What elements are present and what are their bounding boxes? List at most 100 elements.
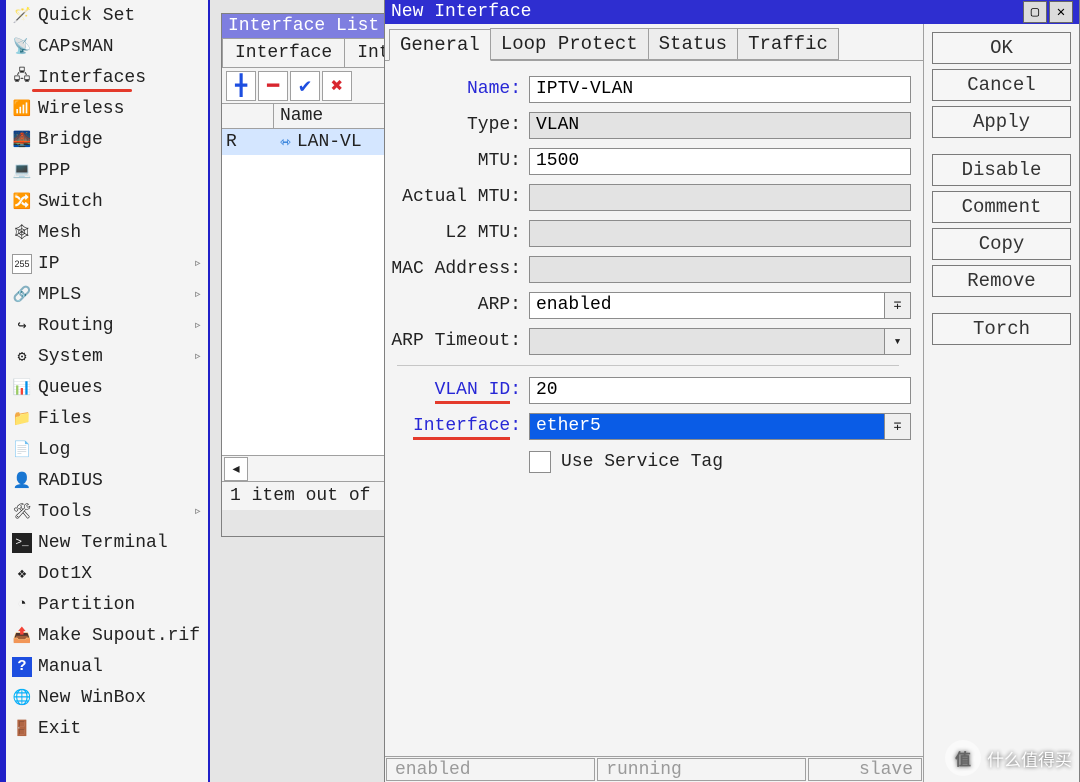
use-service-tag-checkbox[interactable] bbox=[529, 451, 551, 473]
sidebar-item-exit[interactable]: 🚪Exit bbox=[6, 713, 208, 744]
sidebar-item-label: PPP bbox=[38, 161, 70, 181]
sidebar-item-radius[interactable]: 👤RADIUS bbox=[6, 465, 208, 496]
tab-traffic[interactable]: Traffic bbox=[737, 28, 839, 60]
sidebar-icon: 📡 bbox=[12, 37, 32, 57]
new-interface-title[interactable]: New Interface ▢ ✕ bbox=[385, 0, 1079, 24]
window-controls: ▢ ✕ bbox=[1023, 1, 1073, 23]
sidebar-item-dot1x[interactable]: ❖Dot1X bbox=[6, 558, 208, 589]
disable-button-dialog[interactable]: Disable bbox=[932, 154, 1071, 186]
button-column: OK Cancel Apply Disable Comment Copy Rem… bbox=[924, 24, 1079, 782]
sidebar-icon: 📁 bbox=[12, 409, 32, 429]
sidebar-item-capsman[interactable]: 📡 CAPsMAN bbox=[6, 31, 208, 62]
sidebar-icon: 📶 bbox=[12, 99, 32, 119]
remove-button[interactable]: ━ bbox=[258, 71, 288, 101]
watermark-text: 什么值得买 bbox=[987, 746, 1072, 771]
label-interface: Interface: bbox=[389, 416, 521, 436]
sidebar-item-label: Log bbox=[38, 440, 70, 460]
arp-select[interactable] bbox=[529, 292, 885, 319]
sidebar-item-label: Interfaces bbox=[38, 68, 146, 88]
interface-select[interactable] bbox=[529, 413, 885, 440]
interface-chevron-icon[interactable]: ∓ bbox=[885, 413, 911, 440]
sidebar-item-queues[interactable]: 📊Queues bbox=[6, 372, 208, 403]
type-input bbox=[529, 112, 911, 139]
name-input[interactable] bbox=[529, 76, 911, 103]
arp-timeout-input[interactable] bbox=[529, 328, 885, 355]
form-tabs: General Loop Protect Status Traffic bbox=[385, 24, 923, 61]
arp-chevron-icon[interactable]: ∓ bbox=[885, 292, 911, 319]
maximize-icon[interactable]: ▢ bbox=[1023, 1, 1047, 23]
torch-button[interactable]: Torch bbox=[932, 313, 1071, 345]
sidebar-item-label: RADIUS bbox=[38, 471, 103, 491]
sidebar-item-mpls[interactable]: 🔗MPLS▹ bbox=[6, 279, 208, 310]
add-button[interactable]: ╋ bbox=[226, 71, 256, 101]
apply-button[interactable]: Apply bbox=[932, 106, 1071, 138]
sidebar-item-label: Switch bbox=[38, 192, 103, 212]
submenu-chevron-icon: ▹ bbox=[194, 317, 202, 334]
comment-button[interactable]: Comment bbox=[932, 191, 1071, 223]
scroll-left-button[interactable]: ◂ bbox=[224, 457, 248, 481]
col-flag[interactable] bbox=[222, 104, 274, 128]
tab-status[interactable]: Status bbox=[648, 28, 738, 60]
sidebar-item-label: Routing bbox=[38, 316, 114, 336]
disable-button[interactable]: ✖ bbox=[322, 71, 352, 101]
actual-mtu-input bbox=[529, 184, 911, 211]
sidebar-item-manual[interactable]: ?Manual bbox=[6, 651, 208, 682]
copy-button[interactable]: Copy bbox=[932, 228, 1071, 260]
sidebar-item-label: System bbox=[38, 347, 103, 367]
workarea: Interface List Interface Inte ╋ ━ ✔ ✖ Na… bbox=[210, 0, 1080, 782]
status-slave: slave bbox=[808, 758, 922, 781]
sidebar-item-partition[interactable]: ◔Partition bbox=[6, 589, 208, 620]
sidebar-item-switch[interactable]: 🔀Switch bbox=[6, 186, 208, 217]
sidebar-item-new-winbox[interactable]: 🌐New WinBox bbox=[6, 682, 208, 713]
cancel-button[interactable]: Cancel bbox=[932, 69, 1071, 101]
close-icon[interactable]: ✕ bbox=[1049, 1, 1073, 23]
sidebar-item-label: Queues bbox=[38, 378, 103, 398]
enable-button[interactable]: ✔ bbox=[290, 71, 320, 101]
sidebar-icon: 📤 bbox=[12, 626, 32, 646]
new-interface-window: New Interface ▢ ✕ General Loop Protect S… bbox=[385, 0, 1079, 782]
sidebar-item-label: CAPsMAN bbox=[38, 37, 114, 57]
label-mac: MAC Address: bbox=[389, 259, 521, 279]
submenu-chevron-icon: ▹ bbox=[194, 255, 202, 272]
sidebar-item-ppp[interactable]: 💻PPP bbox=[6, 155, 208, 186]
tab-general[interactable]: General bbox=[389, 29, 491, 61]
sidebar-icon: ❖ bbox=[12, 564, 32, 584]
vlan-id-input[interactable] bbox=[529, 377, 911, 404]
sidebar-item-log[interactable]: 📄Log bbox=[6, 434, 208, 465]
sidebar-item-system[interactable]: ⚙System▹ bbox=[6, 341, 208, 372]
interface-list-title-text: Interface List bbox=[228, 16, 379, 36]
sidebar-item-mesh[interactable]: 🕸Mesh bbox=[6, 217, 208, 248]
sidebar-icon: >_ bbox=[12, 533, 32, 553]
sidebar-icon: ? bbox=[12, 657, 32, 677]
l2-mtu-input bbox=[529, 220, 911, 247]
sidebar-item-bridge[interactable]: 🌉Bridge bbox=[6, 124, 208, 155]
sidebar-item-label: Files bbox=[38, 409, 92, 429]
sidebar-icon: 🔗 bbox=[12, 285, 32, 305]
tab-loop-protect[interactable]: Loop Protect bbox=[490, 28, 649, 60]
label-mtu: MTU: bbox=[389, 151, 521, 171]
sidebar-item-interfaces[interactable]: 🖧Interfaces bbox=[6, 62, 208, 93]
label-name: Name: bbox=[389, 79, 521, 99]
sidebar-item-ip[interactable]: 255IP▹ bbox=[6, 248, 208, 279]
sidebar-item-wireless[interactable]: 📶 Wireless bbox=[6, 93, 208, 124]
sidebar-item-quick-set[interactable]: 🪄Quick Set bbox=[6, 0, 208, 31]
sidebar-item-tools[interactable]: 🛠Tools▹ bbox=[6, 496, 208, 527]
mac-input bbox=[529, 256, 911, 283]
status-running: running bbox=[597, 758, 806, 781]
arp-timeout-chevron-icon[interactable]: ▾ bbox=[885, 328, 911, 355]
sidebar-item-label: Wireless bbox=[38, 99, 124, 119]
tab-interface[interactable]: Interface bbox=[222, 38, 345, 67]
sidebar-icon: 🌐 bbox=[12, 688, 32, 708]
form-area: General Loop Protect Status Traffic Name… bbox=[385, 24, 924, 782]
mtu-input[interactable] bbox=[529, 148, 911, 175]
sidebar-icon: 255 bbox=[12, 254, 32, 274]
sidebar-item-new-terminal[interactable]: >_New Terminal bbox=[6, 527, 208, 558]
ok-button[interactable]: OK bbox=[932, 32, 1071, 64]
sidebar-item-routing[interactable]: ↪Routing▹ bbox=[6, 310, 208, 341]
label-vlan-id: VLAN ID: bbox=[389, 380, 521, 400]
label-arp-timeout: ARP Timeout: bbox=[389, 331, 521, 351]
sidebar-item-files[interactable]: 📁 Files bbox=[6, 403, 208, 434]
sidebar-icon: 🪄 bbox=[12, 6, 32, 26]
sidebar-item-make-supout-rif[interactable]: 📤Make Supout.rif bbox=[6, 620, 208, 651]
remove-button-dialog[interactable]: Remove bbox=[932, 265, 1071, 297]
